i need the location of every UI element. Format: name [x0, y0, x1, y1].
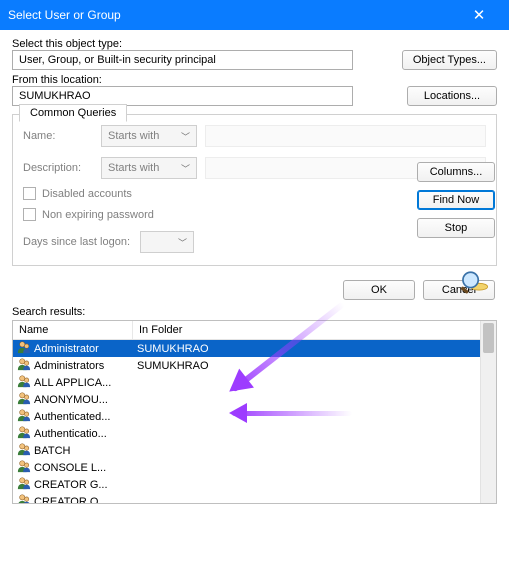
user-group-icon [17, 442, 31, 459]
find-now-button[interactable]: Find Now [417, 190, 495, 210]
result-name: CREATOR G... [34, 479, 108, 491]
result-name: BATCH [34, 445, 70, 457]
dialog-content: Select this object type: User, Group, or… [0, 30, 509, 510]
close-button[interactable]: ✕ [457, 0, 501, 30]
table-row[interactable]: Authenticatio... [13, 425, 496, 442]
description-label: Description: [23, 162, 93, 174]
result-name-cell: BATCH [13, 442, 133, 459]
location-label: From this location: [12, 74, 497, 86]
user-group-icon [17, 408, 31, 425]
result-name-cell: Administrators [13, 357, 133, 374]
result-name: CREATOR O... [34, 496, 108, 505]
chevron-down-icon: ﹀ [181, 130, 190, 143]
result-name-cell: Administrator [13, 340, 133, 357]
titlebar[interactable]: Select User or Group ✕ [0, 0, 509, 30]
table-row[interactable]: Authenticated... [13, 408, 496, 425]
non-expiring-label: Non expiring password [42, 209, 154, 221]
table-row[interactable]: CREATOR G... [13, 476, 496, 493]
scrollbar-thumb[interactable] [483, 323, 494, 353]
table-row[interactable]: ANONYMOU... [13, 391, 496, 408]
name-label: Name: [23, 130, 93, 142]
search-results-list[interactable]: Name In Folder AdministratorSUMUKHRAOAdm… [12, 320, 497, 504]
find-icon [457, 268, 491, 302]
user-group-icon [17, 357, 31, 374]
object-type-label: Select this object type: [12, 38, 497, 50]
chevron-down-icon: ﹀ [181, 162, 190, 175]
user-group-icon [17, 391, 31, 408]
location-field[interactable]: SUMUKHRAO [12, 86, 353, 106]
result-name: CONSOLE L... [34, 462, 106, 474]
result-name-cell: ANONYMOU... [13, 391, 133, 408]
user-group-icon [17, 374, 31, 391]
result-name-cell: Authenticated... [13, 408, 133, 425]
result-name: Authenticatio... [34, 428, 107, 440]
checkbox-icon [23, 187, 36, 200]
ok-button[interactable]: OK [343, 280, 415, 300]
name-input[interactable] [205, 125, 486, 147]
user-group-icon [17, 425, 31, 442]
column-name[interactable]: Name [13, 321, 133, 339]
result-name-cell: Authenticatio... [13, 425, 133, 442]
result-name-cell: CONSOLE L... [13, 459, 133, 476]
result-name: Authenticated... [34, 411, 110, 423]
results-header: Name In Folder [13, 321, 496, 340]
result-folder-cell: SUMUKHRAO [133, 343, 496, 355]
result-name-cell: CREATOR G... [13, 476, 133, 493]
stop-button[interactable]: Stop [417, 218, 495, 238]
table-row[interactable]: BATCH [13, 442, 496, 459]
checkbox-icon [23, 208, 36, 221]
user-group-icon [17, 476, 31, 493]
user-group-icon [17, 340, 31, 357]
name-match-combo[interactable]: Starts with ﹀ [101, 125, 197, 147]
scrollbar[interactable] [480, 321, 496, 503]
description-match-value: Starts with [108, 162, 159, 174]
result-name-cell: ALL APPLICA... [13, 374, 133, 391]
common-queries-tab[interactable]: Common Queries [19, 104, 127, 122]
table-row[interactable]: CONSOLE L... [13, 459, 496, 476]
days-since-logon-combo[interactable]: ﹀ [140, 231, 194, 253]
result-name: ANONYMOU... [34, 394, 108, 406]
table-row[interactable]: ALL APPLICA... [13, 374, 496, 391]
table-row[interactable]: CREATOR O... [13, 493, 496, 504]
days-since-logon-label: Days since last logon: [23, 236, 130, 248]
object-types-button[interactable]: Object Types... [402, 50, 497, 70]
object-type-field[interactable]: User, Group, or Built-in security princi… [12, 50, 353, 70]
close-icon: ✕ [473, 6, 486, 24]
description-match-combo[interactable]: Starts with ﹀ [101, 157, 197, 179]
result-name: Administrator [34, 343, 99, 355]
chevron-down-icon: ﹀ [178, 236, 187, 249]
disabled-accounts-label: Disabled accounts [42, 188, 132, 200]
column-folder[interactable]: In Folder [133, 321, 496, 339]
table-row[interactable]: Administrators SUMUKHRAO [13, 357, 496, 374]
window-title: Select User or Group [8, 8, 457, 22]
search-results-label: Search results: [12, 306, 497, 318]
user-group-icon [17, 493, 31, 504]
location-value: SUMUKHRAO [19, 90, 91, 102]
locations-button[interactable]: Locations... [407, 86, 497, 106]
result-folder-cell: SUMUKHRAO [133, 360, 496, 372]
result-name: ALL APPLICA... [34, 377, 111, 389]
columns-button[interactable]: Columns... [417, 162, 495, 182]
result-name: Administrators [34, 360, 104, 372]
user-group-icon [17, 459, 31, 476]
result-name-cell: CREATOR O... [13, 493, 133, 504]
object-type-value: User, Group, or Built-in security princi… [19, 54, 216, 66]
table-row[interactable]: Administrator SUMUKHRAO [13, 340, 496, 357]
footer-buttons: OK Cancel [12, 280, 497, 300]
name-match-value: Starts with [108, 130, 159, 142]
